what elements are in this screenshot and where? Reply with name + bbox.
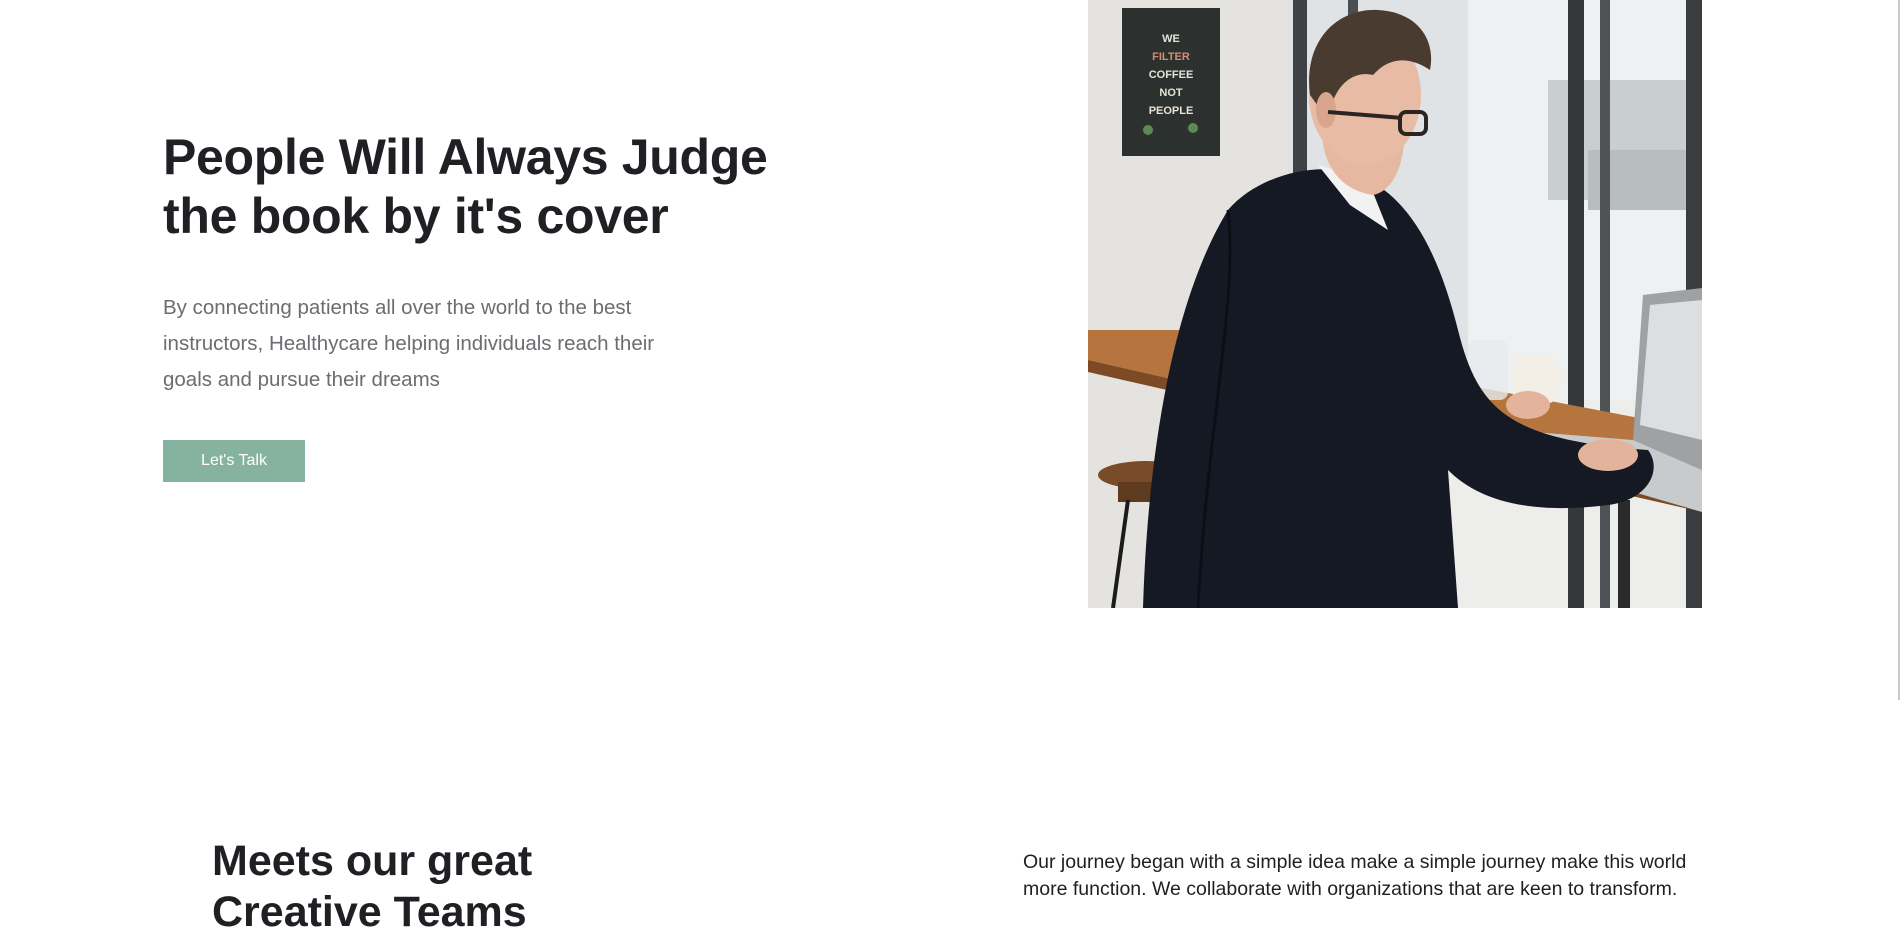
page-edge-divider — [1898, 0, 1900, 700]
coffee-poster: WE FILTER COFFEE NOT PEOPLE — [1122, 8, 1220, 156]
hero-title: People Will Always Judge the book by it's… — [163, 128, 863, 246]
svg-text:NOT: NOT — [1159, 87, 1183, 99]
hero-photo: WE FILTER COFFEE NOT PEOPLE — [1088, 0, 1702, 608]
svg-text:COFFEE: COFFEE — [1149, 69, 1194, 81]
hero-description: By connecting patients all over the worl… — [163, 296, 655, 391]
hero-title-line-1: People Will Always Judge — [163, 129, 768, 185]
svg-text:FILTER: FILTER — [1152, 51, 1190, 63]
lets-talk-button[interactable]: Let's Talk — [163, 440, 305, 482]
teams-description: Our journey began with a simple idea mak… — [1023, 851, 1687, 900]
teams-title-line-1: Meets our great — [212, 837, 533, 885]
hero-title-line-2: the book by it's cover — [163, 188, 669, 244]
svg-text:WE: WE — [1162, 33, 1180, 45]
teams-title-line-2: Creative Teams — [212, 888, 527, 936]
svg-text:PEOPLE: PEOPLE — [1149, 105, 1194, 117]
teams-title: Meets our great Creative Teams — [212, 836, 812, 938]
